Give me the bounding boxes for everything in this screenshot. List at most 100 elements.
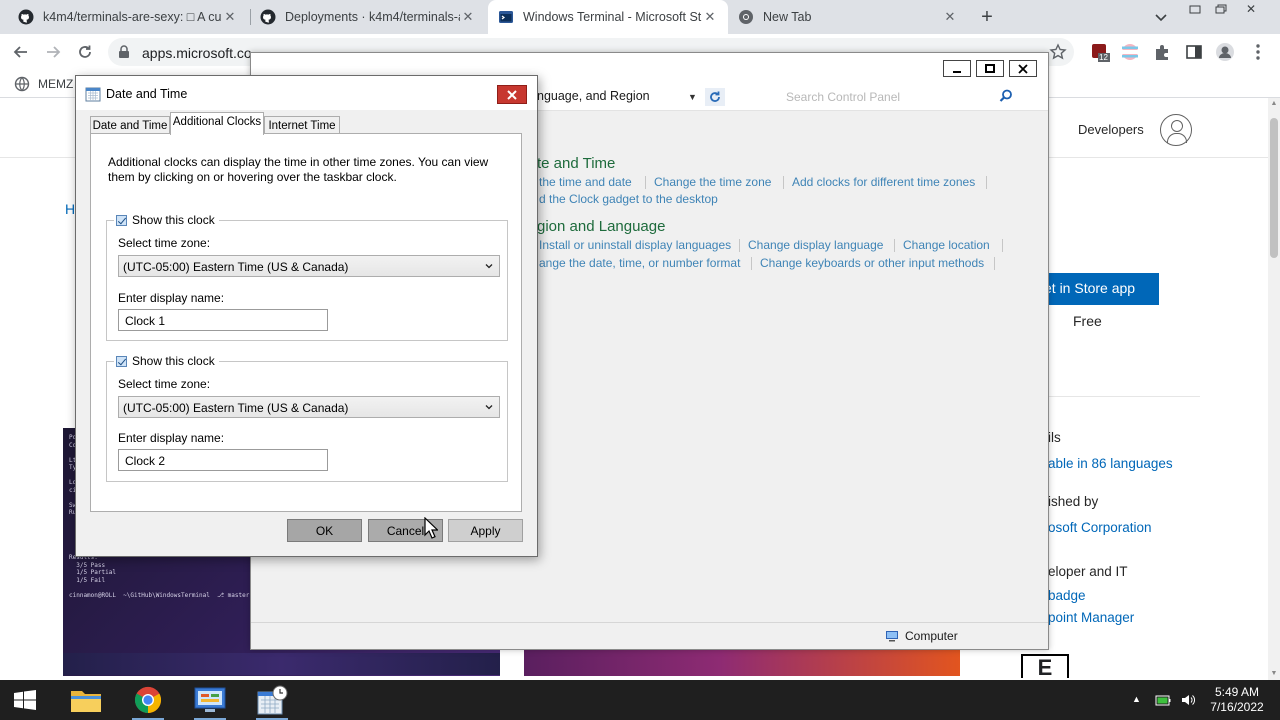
clock-1-timezone-select[interactable]: (UTC-05:00) Eastern Time (US & Canada) [118,255,500,277]
scroll-up-arrow-icon[interactable]: ▲ [1270,100,1278,108]
tab-github-terminals[interactable]: k4m4/terminals-are-sexy: □ A cu ✕ [8,0,248,34]
back-arrow-icon[interactable] [10,41,32,63]
clock-date: 7/16/2022 [1210,700,1264,714]
checkbox-checked-icon[interactable] [116,355,127,367]
scroll-down-arrow-icon[interactable]: ▼ [1270,670,1278,678]
breadcrumb-dropdown-icon[interactable]: ▼ [688,92,697,102]
close-tab-icon[interactable]: ✕ [702,9,718,25]
browser-minimize-icon[interactable] [1184,1,1206,17]
clock-1-display-name-input[interactable]: Clock 1 [118,309,328,331]
show-clock-label: Show this clock [132,213,215,227]
change-keyboards-link[interactable]: Change keyboards or other input methods [760,256,984,270]
taskbar-chrome[interactable] [124,680,172,720]
refresh-icon[interactable] [705,88,725,106]
link-separator [894,239,895,252]
minimize-icon[interactable] [943,60,971,77]
close-tab-icon[interactable]: ✕ [942,9,958,25]
select-time-zone-label: Select time zone: [118,236,211,250]
flag-extension-icon[interactable] [1120,42,1140,62]
taskbar-date-time[interactable] [248,680,296,720]
battery-icon[interactable] [1155,692,1171,708]
lock-icon [118,45,130,62]
change-location-link[interactable]: Change location [903,238,990,252]
change-time-zone-link[interactable]: Change the time zone [654,175,771,189]
esrb-rating-icon: E [1021,654,1069,680]
close-tab-icon[interactable]: ✕ [222,9,238,25]
ok-button[interactable]: OK [287,519,362,542]
taskbar-control-panel[interactable] [186,680,234,720]
clock-gadget-link[interactable]: d the Clock gadget to the desktop [539,192,718,206]
menu-kebab-icon[interactable] [1248,42,1268,62]
bookmark-memz[interactable]: MEMZ [14,76,73,92]
search-icon[interactable] [999,89,1013,106]
set-time-date-link[interactable]: the time and date [539,175,632,189]
reload-icon[interactable] [74,41,96,63]
browser-tab-strip: k4m4/terminals-are-sexy: □ A cu ✕ Deploy… [0,0,1280,34]
languages-link[interactable]: able in 86 languages [1048,456,1173,471]
endpoint-manager-link[interactable]: point Manager [1048,610,1134,625]
date-time-dialog: Date and Time Date and Time Additional C… [75,75,538,557]
tray-overflow-icon[interactable]: ▲ [1132,694,1141,704]
browser-close-icon[interactable]: ✕ [1240,1,1262,17]
extension-badge-icon[interactable]: 12 [1090,42,1110,62]
profile-icon[interactable] [1215,42,1235,62]
search-control-panel-input[interactable]: Search Control Panel [774,87,1024,107]
developers-link[interactable]: Developers [1078,122,1144,137]
maximize-icon[interactable] [976,60,1004,77]
tab-windows-terminal[interactable]: Windows Terminal - Microsoft St ✕ [488,0,728,34]
show-clock-label: Show this clock [132,354,215,368]
tab-deployments[interactable]: Deployments · k4m4/terminals-a ✕ [250,0,486,34]
breadcrumb[interactable]: nguage, and Region [537,89,650,103]
bookmark-label: MEMZ [38,77,74,91]
change-date-format-link[interactable]: ange the date, time, or number format [539,256,740,270]
computer-icon [886,631,898,642]
forward-arrow-icon[interactable] [42,41,64,63]
taskbar-clock[interactable]: 5:49 AM 7/16/2022 [1200,685,1274,715]
close-icon[interactable] [1009,60,1037,77]
date-time-icon [257,685,288,715]
tab-title: Deployments · k4m4/terminals-a [285,10,460,24]
mouse-cursor-icon [424,517,438,539]
scroll-thumb[interactable] [1270,118,1278,258]
section-divider [1048,396,1200,397]
page-link-fragment[interactable]: H [65,201,75,217]
clock-2-display-name-input[interactable]: Clock 2 [118,449,328,471]
new-tab-button[interactable]: + [976,6,998,28]
chevron-down-icon [485,405,493,410]
show-clock-2-checkbox[interactable]: Show this clock [114,354,219,368]
close-tab-icon[interactable]: ✕ [460,9,476,25]
dialog-titlebar[interactable]: Date and Time [76,76,537,110]
browser-restore-icon[interactable] [1210,1,1232,17]
badge-link[interactable]: badge [1048,588,1086,603]
apply-button[interactable]: Apply [448,519,523,542]
display-name-label: Enter display name: [118,291,225,305]
date-time-icon [85,87,101,102]
install-languages-link[interactable]: Install or uninstall display languages [539,238,731,252]
tab-search-chevron-icon[interactable] [1152,8,1170,26]
dialog-close-button[interactable] [497,85,527,104]
show-clock-1-checkbox[interactable]: Show this clock [114,213,219,227]
volume-icon[interactable] [1180,692,1196,708]
bookmark-star-icon[interactable] [1048,42,1068,62]
add-clocks-link[interactable]: Add clocks for different time zones [792,175,975,189]
page-scrollbar[interactable]: ▲ ▼ [1268,98,1280,680]
github-icon [18,9,34,25]
clock-time: 5:49 AM [1214,685,1260,699]
extensions-puzzle-icon[interactable] [1152,42,1172,62]
link-separator [739,239,740,252]
tab-new-tab[interactable]: New Tab ✕ [728,0,968,34]
taskbar-file-explorer[interactable] [62,680,110,720]
side-panel-icon[interactable] [1184,42,1204,62]
chevron-down-icon [485,264,493,269]
tab-additional-clocks[interactable]: Additional Clocks [170,112,264,135]
publisher-link[interactable]: osoft Corporation [1048,520,1152,535]
clock-2-timezone-select[interactable]: (UTC-05:00) Eastern Time (US & Canada) [118,396,500,418]
checkbox-checked-icon[interactable] [116,214,127,226]
chrome-icon [738,9,754,25]
second-screenshot-image[interactable] [524,650,960,676]
account-avatar-icon[interactable] [1160,114,1192,146]
windows-start-icon[interactable] [14,690,36,710]
region-language-heading[interactable]: gion and Language [537,218,665,235]
date-time-heading[interactable]: te and Time [537,155,615,172]
change-display-language-link[interactable]: Change display language [748,238,883,252]
